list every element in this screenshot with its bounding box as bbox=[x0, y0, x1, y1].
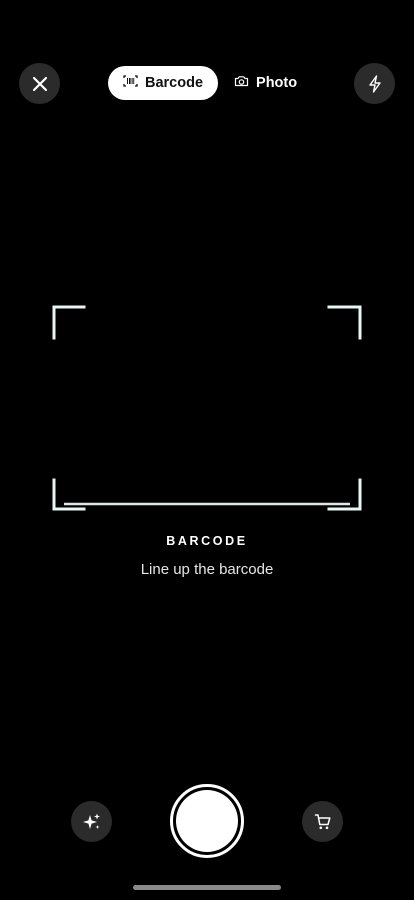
tab-barcode-label: Barcode bbox=[145, 75, 204, 91]
ai-assist-button[interactable] bbox=[71, 801, 112, 842]
tab-photo-label: Photo bbox=[256, 75, 298, 91]
frame-corner-top-left bbox=[52, 305, 86, 340]
barcode-icon bbox=[123, 75, 138, 91]
flash-icon bbox=[368, 74, 382, 93]
camera-icon bbox=[234, 75, 249, 91]
scan-frame bbox=[52, 305, 362, 512]
sparkles-icon bbox=[82, 812, 102, 832]
close-button[interactable] bbox=[19, 63, 60, 104]
shutter-button[interactable] bbox=[170, 784, 244, 858]
shopping-cart-icon bbox=[314, 813, 332, 831]
home-indicator[interactable] bbox=[133, 885, 281, 890]
cart-button[interactable] bbox=[302, 801, 343, 842]
frame-corner-top-right bbox=[327, 305, 362, 340]
scan-title: BARCODE bbox=[166, 534, 248, 548]
flash-button[interactable] bbox=[354, 63, 395, 104]
tab-photo[interactable]: Photo bbox=[218, 66, 312, 100]
shutter-inner bbox=[176, 790, 238, 852]
mode-switch: Barcode Photo bbox=[108, 66, 312, 100]
close-icon bbox=[32, 76, 48, 92]
scan-instruction: Line up the barcode bbox=[140, 561, 274, 578]
tab-barcode[interactable]: Barcode bbox=[108, 66, 219, 100]
